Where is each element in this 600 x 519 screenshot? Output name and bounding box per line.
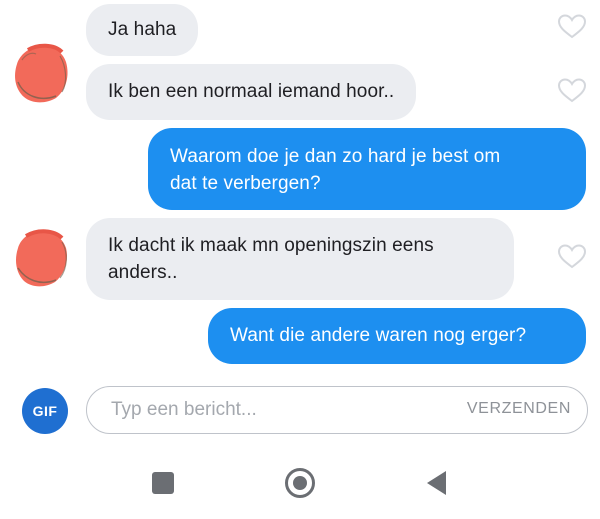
heart-icon[interactable] <box>556 242 588 270</box>
avatar-icon[interactable] <box>10 42 70 106</box>
message-input[interactable] <box>111 395 431 425</box>
recents-square-icon[interactable] <box>150 470 176 496</box>
message-text-line: Ik dacht ik maak mn openingszin eens <box>108 235 434 256</box>
heart-icon[interactable] <box>556 76 588 104</box>
message-bubble-outgoing[interactable]: Waarom doe je dan zo hard je best om dat… <box>148 128 586 210</box>
message-bubble-incoming[interactable]: Ik dacht ik maak mn openingszin eens and… <box>86 218 514 300</box>
heart-icon[interactable] <box>556 12 588 40</box>
message-bubble-incoming[interactable]: Ik ben een normaal iemand hoor.. <box>86 64 417 120</box>
message-text-line: dat te verbergen? <box>170 173 321 194</box>
send-button[interactable]: VERZENDEN <box>467 400 571 418</box>
gif-button[interactable]: GIF <box>22 388 68 434</box>
message-composer: VERZENDEN <box>86 386 588 434</box>
gif-label: GIF <box>32 403 58 419</box>
back-triangle-icon[interactable] <box>424 469 450 497</box>
message-bubble-incoming[interactable]: Ja haha <box>86 4 199 56</box>
message-bubble-outgoing[interactable]: Want die andere waren nog erger? <box>208 308 586 364</box>
avatar-icon[interactable] <box>10 226 70 290</box>
message-text: Ja haha <box>108 19 177 40</box>
home-circle-icon[interactable] <box>284 467 316 499</box>
message-text-line: anders.. <box>108 262 178 283</box>
message-text: Ik ben een normaal iemand hoor.. <box>108 81 395 102</box>
message-text: Want die andere waren nog erger? <box>230 325 527 346</box>
message-text-line: Waarom doe je dan zo hard je best om <box>170 146 501 167</box>
